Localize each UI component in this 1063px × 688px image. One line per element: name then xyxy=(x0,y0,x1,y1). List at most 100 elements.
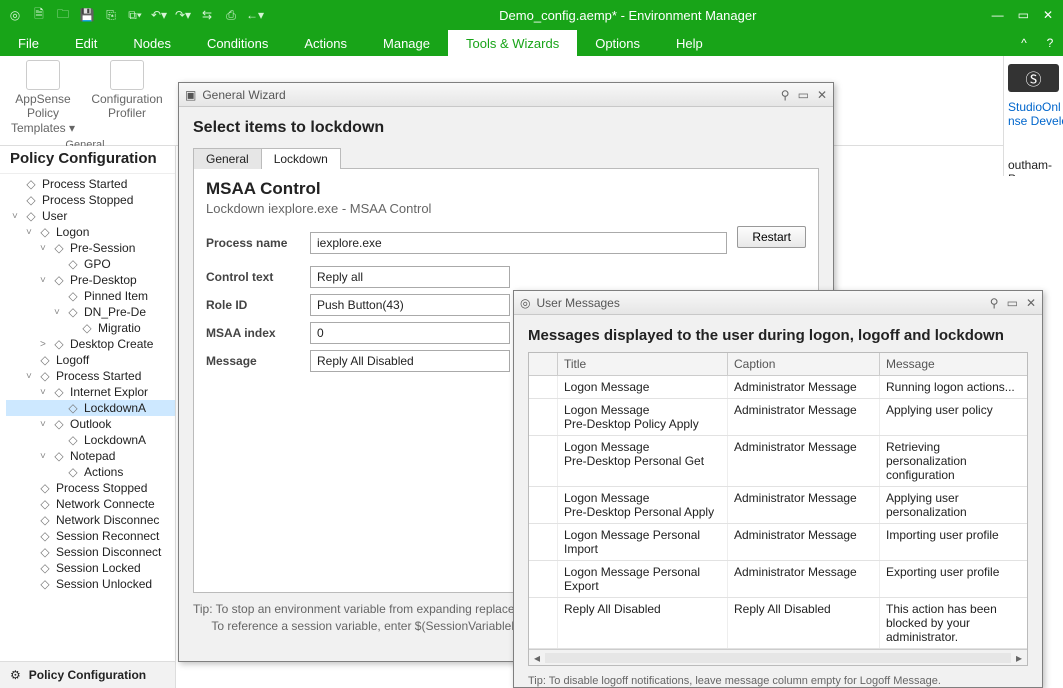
label-role-id: Role ID xyxy=(206,298,300,312)
tree-item[interactable]: ◇Migratio xyxy=(6,320,175,336)
tree-item[interactable]: ˃◇Desktop Create xyxy=(6,336,175,352)
tree-item[interactable]: ◇Network Connecte xyxy=(6,496,175,512)
table-row[interactable]: Logon Message Pre-Desktop Personal Apply… xyxy=(529,487,1027,524)
col-message[interactable]: Message xyxy=(879,353,1027,375)
table-row[interactable]: Logon Message Personal ImportAdministrat… xyxy=(529,524,1027,561)
saveas-icon[interactable]: ⎘ xyxy=(102,6,120,24)
pin-icon[interactable]: ⚲ xyxy=(990,296,999,310)
menu-tools-wizards[interactable]: Tools & Wizards xyxy=(448,30,577,56)
tree-item[interactable]: ◇Network Disconnec xyxy=(6,512,175,528)
menu-options[interactable]: Options xyxy=(577,30,658,56)
menu-manage[interactable]: Manage xyxy=(365,30,448,56)
ribbon-policy-templates-button[interactable]: AppSense Policy Templates ▾ xyxy=(8,60,78,135)
connect-icon[interactable]: ⇆ xyxy=(198,6,216,24)
expand-icon[interactable]: ˅ xyxy=(40,275,52,286)
col-caption[interactable]: Caption xyxy=(727,353,879,375)
sidebar-footer[interactable]: ⚙ Policy Configuration xyxy=(0,661,175,688)
tree-item[interactable]: ◇Session Unlocked xyxy=(6,576,175,592)
restore-icon[interactable]: ▭ xyxy=(798,88,809,102)
node-icon: ◇ xyxy=(80,321,94,335)
tree-item[interactable]: ◇Process Stopped xyxy=(6,192,175,208)
expand-icon[interactable]: ˅ xyxy=(40,451,52,462)
close-icon[interactable]: ✕ xyxy=(817,88,827,102)
ribbon-config-profiler-button[interactable]: Configuration Profiler xyxy=(92,60,162,121)
expand-icon[interactable]: ˅ xyxy=(40,243,52,254)
input-role-id[interactable]: Push Button(43) xyxy=(310,294,510,316)
link-studio[interactable]: StudioOnl xyxy=(1008,100,1059,114)
tree-item[interactable]: ˅◇Logon xyxy=(6,224,175,240)
menu-edit[interactable]: Edit xyxy=(57,30,115,56)
expand-icon[interactable]: ˅ xyxy=(40,387,52,398)
tree-label: Network Disconnec xyxy=(56,513,159,527)
tree-item[interactable]: ˅◇Pre-Desktop xyxy=(6,272,175,288)
expand-icon[interactable]: ˅ xyxy=(26,371,38,382)
help-icon[interactable]: ? xyxy=(1037,30,1063,56)
table-row[interactable]: Logon Message Pre-Desktop Personal GetAd… xyxy=(529,436,1027,487)
policy-tree[interactable]: ◇Process Started◇Process Stopped˅◇User˅◇… xyxy=(0,174,175,661)
tree-item[interactable]: ◇LockdownA xyxy=(6,400,175,416)
expand-icon[interactable]: ˅ xyxy=(40,419,52,430)
tree-item[interactable]: ˅◇Outlook xyxy=(6,416,175,432)
qat-icon[interactable]: ◎ xyxy=(6,6,24,24)
tree-item[interactable]: ˅◇Pre-Session xyxy=(6,240,175,256)
tree-item[interactable]: ◇Session Reconnect xyxy=(6,528,175,544)
close-icon[interactable]: ✕ xyxy=(1026,296,1036,310)
pin-icon[interactable]: ⚲ xyxy=(781,88,790,102)
link-develop[interactable]: nse Develop xyxy=(1008,114,1059,128)
expand-icon[interactable]: ˅ xyxy=(54,307,66,318)
tree-item[interactable]: ˅◇Notepad xyxy=(6,448,175,464)
print-icon[interactable]: ⎙ xyxy=(222,6,240,24)
horizontal-scrollbar[interactable]: ◂▸ xyxy=(529,649,1027,665)
expand-icon[interactable]: ˅ xyxy=(26,227,38,238)
tree-label: LockdownA xyxy=(84,433,146,447)
tree-item[interactable]: ◇Process Started xyxy=(6,176,175,192)
minimize-button[interactable]: — xyxy=(992,8,1004,22)
undo-icon[interactable]: ↶▾ xyxy=(150,6,168,24)
expand-icon[interactable]: ˃ xyxy=(40,339,52,350)
back-icon[interactable]: ←▾ xyxy=(246,6,264,24)
input-control-text[interactable]: Reply all xyxy=(310,266,510,288)
ribbon-group-general: AppSense Policy Templates ▾ Configuratio… xyxy=(8,60,162,145)
tab-general[interactable]: General xyxy=(193,148,262,169)
tree-item[interactable]: ◇Logoff xyxy=(6,352,175,368)
menu-file[interactable]: File xyxy=(0,30,57,56)
tree-label: Pinned Item xyxy=(84,289,148,303)
input-msaa-index[interactable]: 0 xyxy=(310,322,510,344)
table-row[interactable]: Reply All DisabledReply All DisabledThis… xyxy=(529,598,1027,649)
table-row[interactable]: Logon Message Pre-Desktop Policy ApplyAd… xyxy=(529,399,1027,436)
open-icon[interactable]: 🗀 xyxy=(54,6,72,24)
tree-item[interactable]: ˅◇User xyxy=(6,208,175,224)
maximize-button[interactable]: ▭ xyxy=(1018,8,1029,22)
tree-item[interactable]: ◇Session Locked xyxy=(6,560,175,576)
tree-item[interactable]: ◇Process Stopped xyxy=(6,480,175,496)
saveall-icon[interactable]: ⧉▾ xyxy=(126,6,144,24)
wizard-titlebar[interactable]: ▣ General Wizard ⚲ ▭ ✕ xyxy=(179,83,833,107)
user-messages-titlebar[interactable]: ◎ User Messages ⚲ ▭ ✕ xyxy=(514,291,1042,315)
tree-item[interactable]: ◇Pinned Item xyxy=(6,288,175,304)
col-title[interactable]: Title xyxy=(557,353,727,375)
tree-item[interactable]: ◇Session Disconnect xyxy=(6,544,175,560)
tree-item[interactable]: ˅◇DN_Pre-De xyxy=(6,304,175,320)
tree-item[interactable]: ◇LockdownA xyxy=(6,432,175,448)
restore-icon[interactable]: ▭ xyxy=(1007,296,1018,310)
menu-nodes[interactable]: Nodes xyxy=(115,30,189,56)
menu-help[interactable]: Help xyxy=(658,30,721,56)
input-message[interactable]: Reply All Disabled xyxy=(310,350,510,372)
tree-item[interactable]: ˅◇Process Started xyxy=(6,368,175,384)
expand-icon[interactable]: ˅ xyxy=(12,211,24,222)
redo-icon[interactable]: ↷▾ xyxy=(174,6,192,24)
save-icon[interactable]: 💾 xyxy=(78,6,96,24)
collapse-ribbon-icon[interactable]: ^ xyxy=(1011,30,1037,56)
restart-button[interactable]: Restart xyxy=(737,226,806,248)
table-row[interactable]: Logon MessageAdministrator MessageRunnin… xyxy=(529,376,1027,399)
table-row[interactable]: Logon Message Personal ExportAdministrat… xyxy=(529,561,1027,598)
tree-item[interactable]: ◇Actions xyxy=(6,464,175,480)
tree-item[interactable]: ˅◇Internet Explor xyxy=(6,384,175,400)
tree-item[interactable]: ◇GPO xyxy=(6,256,175,272)
input-process-name[interactable]: iexplore.exe xyxy=(310,232,727,254)
close-button[interactable]: ✕ xyxy=(1043,8,1053,22)
tab-lockdown[interactable]: Lockdown xyxy=(261,148,341,169)
new-icon[interactable]: 🗎 xyxy=(30,6,48,24)
menu-actions[interactable]: Actions xyxy=(286,30,365,56)
menu-conditions[interactable]: Conditions xyxy=(189,30,286,56)
